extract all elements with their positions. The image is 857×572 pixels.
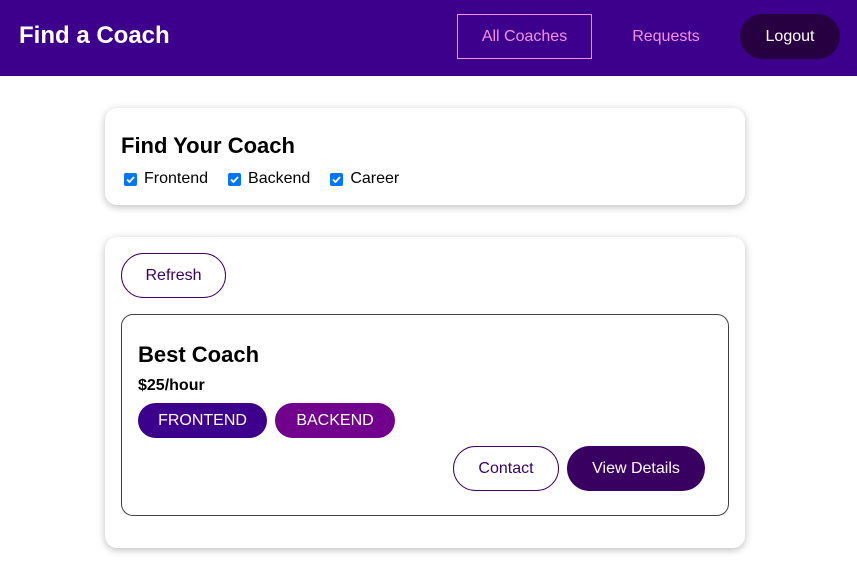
- filter-label-career: Career: [350, 170, 400, 187]
- filter-option-backend[interactable]: Backend: [228, 170, 310, 188]
- contact-button[interactable]: Contact: [453, 446, 559, 491]
- app-header: Find a Coach All Coaches Requests Logout: [0, 0, 857, 76]
- coach-area-badges: FRONTEND BACKEND: [138, 403, 395, 438]
- filter-title: Find Your Coach: [121, 133, 295, 158]
- filter-label-frontend: Frontend: [144, 170, 209, 187]
- filter-option-career[interactable]: Career: [330, 170, 399, 188]
- logout-button[interactable]: Logout: [740, 14, 840, 59]
- area-badge-backend: BACKEND: [275, 403, 395, 438]
- coach-filter-card: Find Your Coach Frontend Backend Career: [105, 108, 745, 205]
- filter-options: Frontend Backend Career: [124, 170, 419, 188]
- backend-checkbox[interactable]: [228, 172, 242, 186]
- filter-option-frontend[interactable]: Frontend: [124, 170, 208, 188]
- nav-all-coaches-link[interactable]: All Coaches: [457, 14, 592, 59]
- career-checkbox[interactable]: [330, 172, 344, 186]
- brand-title[interactable]: Find a Coach: [19, 21, 170, 51]
- frontend-checkbox[interactable]: [124, 172, 137, 186]
- nav-requests-link[interactable]: Requests: [612, 14, 720, 59]
- coach-list-item: Best Coach $25/hour FRONTEND BACKEND Con…: [121, 314, 729, 516]
- filter-label-backend: Backend: [248, 170, 311, 187]
- coach-name: Best Coach: [138, 342, 260, 367]
- coach-list-card: Refresh Best Coach $25/hour FRONTEND BAC…: [105, 237, 745, 548]
- coach-rate: $25/hour: [138, 377, 205, 394]
- area-badge-frontend: FRONTEND: [138, 403, 267, 438]
- view-details-button[interactable]: View Details: [567, 446, 705, 491]
- refresh-button[interactable]: Refresh: [121, 253, 226, 298]
